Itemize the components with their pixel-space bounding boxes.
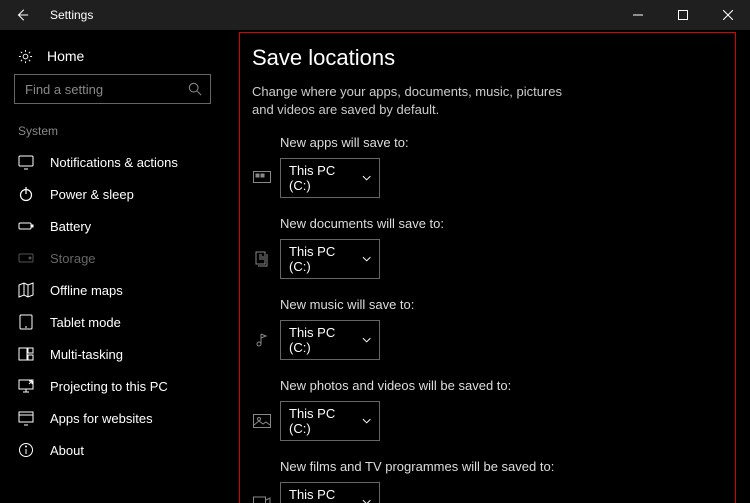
- sidebar-item-label: Apps for websites: [50, 411, 153, 426]
- page-description: Change where your apps, documents, music…: [252, 83, 572, 119]
- sidebar-item-battery[interactable]: Battery: [0, 210, 225, 242]
- minimize-button[interactable]: [615, 0, 660, 30]
- dropdown-value: This PC (C:): [289, 487, 356, 503]
- sidebar-item-storage: Storage: [0, 242, 225, 274]
- minimize-icon: [633, 10, 643, 20]
- dropdown-value: This PC (C:): [289, 163, 356, 193]
- dropdown-value: This PC (C:): [289, 325, 356, 355]
- sidebar-item-label: Power & sleep: [50, 187, 134, 202]
- section-label: System: [0, 118, 225, 146]
- power-icon: [18, 186, 34, 202]
- sidebar-item-power[interactable]: Power & sleep: [0, 178, 225, 210]
- search-input[interactable]: [15, 75, 210, 103]
- map-icon: [18, 282, 34, 298]
- music-icon: [255, 332, 269, 348]
- gear-icon: [18, 49, 33, 64]
- page-title: Save locations: [252, 45, 723, 71]
- photos-icon: [253, 414, 271, 428]
- film-icon: [253, 495, 271, 503]
- window-title: Settings: [50, 8, 615, 22]
- chevron-down-icon: [362, 416, 371, 426]
- notifications-icon: [18, 154, 34, 170]
- dropdown-value: This PC (C:): [289, 244, 356, 274]
- info-icon: [18, 442, 34, 458]
- sidebar-item-about[interactable]: About: [0, 434, 225, 466]
- close-icon: [723, 10, 733, 20]
- setting-label-documents: New documents will save to:: [252, 216, 723, 231]
- apps-location-dropdown[interactable]: This PC (C:): [280, 158, 380, 198]
- chevron-down-icon: [362, 254, 371, 264]
- chevron-down-icon: [362, 335, 371, 345]
- documents-location-dropdown[interactable]: This PC (C:): [280, 239, 380, 279]
- search-box[interactable]: [14, 74, 211, 104]
- sidebar-item-label: Offline maps: [50, 283, 123, 298]
- maximize-icon: [678, 10, 688, 20]
- home-button[interactable]: Home: [0, 44, 225, 74]
- sidebar-item-notifications[interactable]: Notifications & actions: [0, 146, 225, 178]
- back-button[interactable]: [0, 0, 44, 30]
- setting-label-photos: New photos and videos will be saved to:: [252, 378, 723, 393]
- storage-icon: [18, 250, 34, 266]
- sidebar-item-offline-maps[interactable]: Offline maps: [0, 274, 225, 306]
- sidebar-item-projecting[interactable]: Projecting to this PC: [0, 370, 225, 402]
- close-button[interactable]: [705, 0, 750, 30]
- sidebar-item-label: About: [50, 443, 84, 458]
- sidebar-item-label: Multi-tasking: [50, 347, 123, 362]
- setting-label-films: New films and TV programmes will be save…: [252, 459, 723, 474]
- sidebar-item-label: Notifications & actions: [50, 155, 178, 170]
- sidebar-item-apps-websites[interactable]: Apps for websites: [0, 402, 225, 434]
- documents-icon: [254, 251, 270, 267]
- setting-label-music: New music will save to:: [252, 297, 723, 312]
- sidebar-item-label: Tablet mode: [50, 315, 121, 330]
- chevron-down-icon: [362, 173, 371, 183]
- sidebar-item-label: Battery: [50, 219, 91, 234]
- dropdown-value: This PC (C:): [289, 406, 356, 436]
- photos-location-dropdown[interactable]: This PC (C:): [280, 401, 380, 441]
- projecting-icon: [18, 378, 34, 394]
- sidebar-item-label: Projecting to this PC: [50, 379, 168, 394]
- apps-websites-icon: [18, 410, 34, 426]
- sidebar-item-tablet-mode[interactable]: Tablet mode: [0, 306, 225, 338]
- home-label: Home: [47, 48, 84, 64]
- sidebar-item-multitasking[interactable]: Multi-tasking: [0, 338, 225, 370]
- setting-label-apps: New apps will save to:: [252, 135, 723, 150]
- chevron-down-icon: [362, 497, 371, 503]
- arrow-left-icon: [15, 8, 29, 22]
- apps-icon: [253, 171, 271, 185]
- music-location-dropdown[interactable]: This PC (C:): [280, 320, 380, 360]
- main-content: Save locations Change where your apps, d…: [225, 30, 750, 503]
- sidebar: Home System Notifications & actions Powe…: [0, 30, 225, 503]
- films-location-dropdown[interactable]: This PC (C:): [280, 482, 380, 503]
- sidebar-item-label: Storage: [50, 251, 96, 266]
- battery-icon: [18, 218, 34, 234]
- maximize-button[interactable]: [660, 0, 705, 30]
- multitasking-icon: [18, 346, 34, 362]
- tablet-icon: [18, 314, 34, 330]
- search-icon: [188, 82, 202, 96]
